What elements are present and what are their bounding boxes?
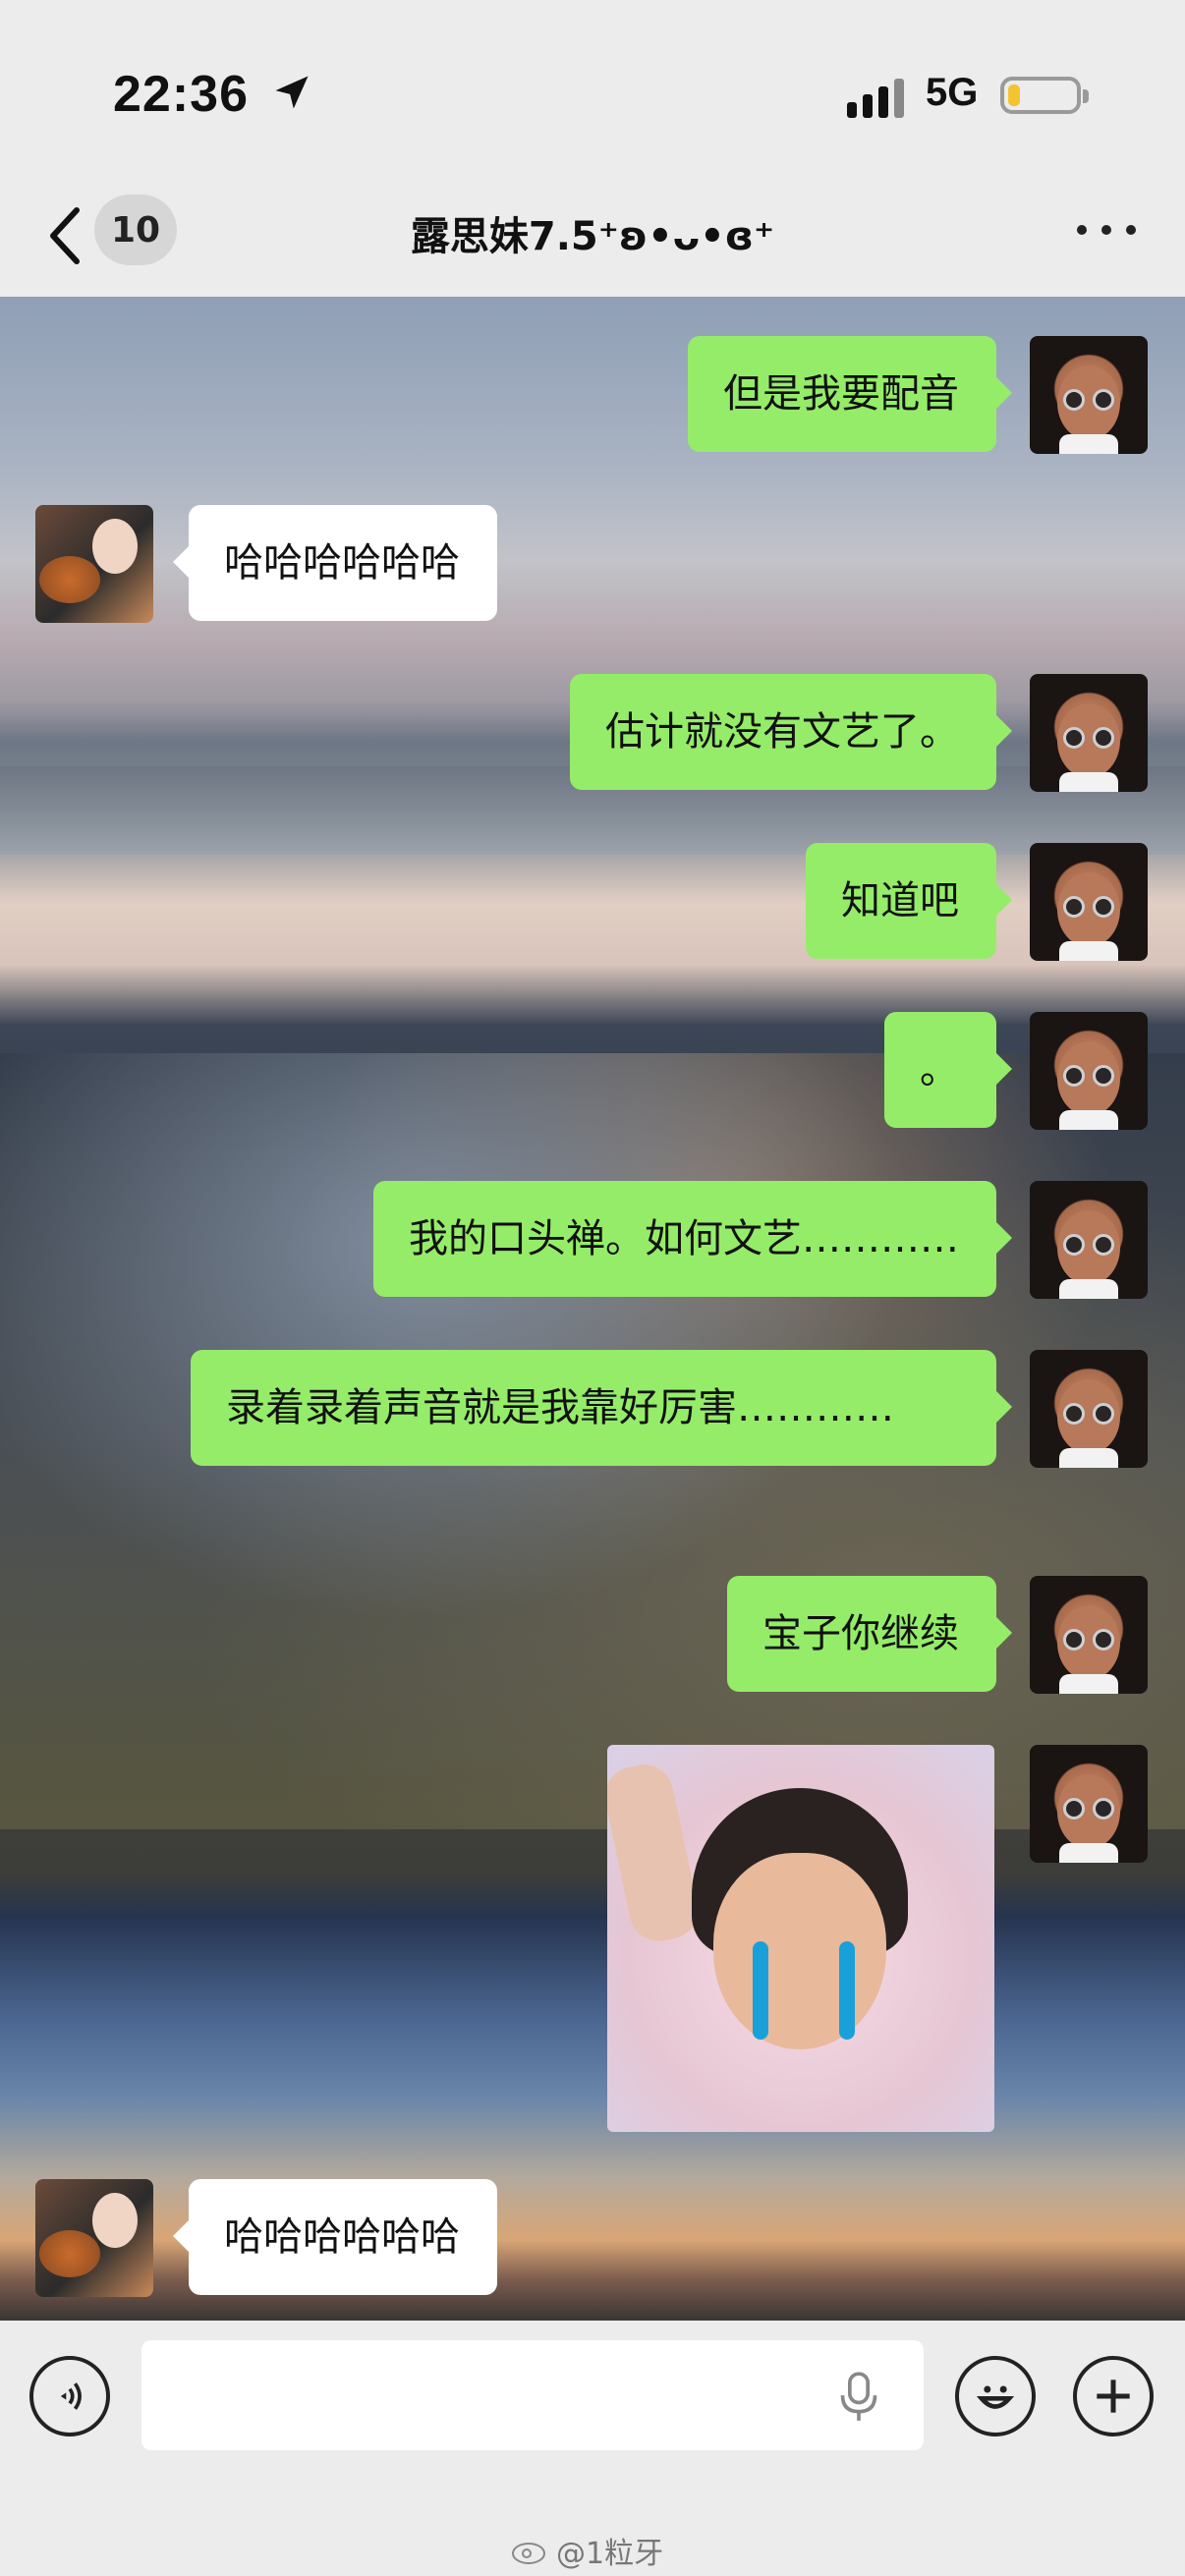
contact-avatar[interactable] [35,2179,153,2297]
my-avatar[interactable] [1030,674,1148,792]
plus-icon [1097,2380,1130,2413]
my-message-bubble[interactable]: 知道吧 [806,843,1012,959]
my-avatar[interactable] [1030,1350,1148,1468]
weibo-logo-icon [512,2543,545,2564]
more-functions-button[interactable] [1073,2356,1154,2436]
weibo-watermark: @1粒牙 [511,2529,663,2572]
smiley-icon [976,2385,1015,2409]
my-message-bubble[interactable]: 宝子你继续 [727,1576,1012,1692]
my-message-bubble[interactable]: 录着录着声音就是我靠好厉害………… [191,1350,1012,1466]
status-bar: 22:36 5G [0,0,1185,187]
watermark-text: @1粒牙 [556,2537,664,2571]
chat-title: 露思妹7.5⁺ʚ•ᴗ•ɞ⁺ [410,214,775,259]
contact-message-bubble[interactable]: 哈哈哈哈哈哈 [173,2179,497,2295]
location-arrow-icon [275,76,309,109]
my-avatar[interactable] [1030,1576,1148,1694]
battery-icon [1000,77,1089,114]
message-input[interactable] [141,2340,924,2450]
more-options-icon[interactable] [1077,210,1136,250]
input-bar: @1粒牙 [0,2321,1185,2576]
network-type: 5G [926,71,979,114]
my-message-bubble[interactable]: 但是我要配音 [688,336,1012,452]
my-message-bubble[interactable]: 。 [884,1012,1012,1128]
my-message-bubble[interactable]: 我的口头禅。如何文艺………… [373,1181,1012,1297]
contact-message-bubble[interactable]: 哈哈哈哈哈哈 [173,505,497,621]
voice-wave-icon [60,2382,82,2410]
contact-avatar[interactable] [35,505,153,623]
my-avatar[interactable] [1030,1181,1148,1299]
status-time: 22:36 [113,66,249,123]
chat-history[interactable]: 但是我要配音 哈哈哈哈哈哈 估计就没有文艺了。 知道吧 。 我的口头禅。如何文艺… [0,297,1185,2321]
my-message-bubble[interactable]: 估计就没有文艺了。 [570,674,1012,790]
my-avatar[interactable] [1030,1745,1148,1863]
microphone-icon[interactable] [837,2370,880,2425]
my-avatar[interactable] [1030,336,1148,454]
voice-mode-button[interactable] [29,2356,110,2436]
my-avatar[interactable] [1030,843,1148,961]
crying-boy-sticker[interactable] [607,1745,994,2132]
my-avatar[interactable] [1030,1012,1148,1130]
emoji-button[interactable] [955,2356,1036,2436]
signal-icon [847,79,904,118]
